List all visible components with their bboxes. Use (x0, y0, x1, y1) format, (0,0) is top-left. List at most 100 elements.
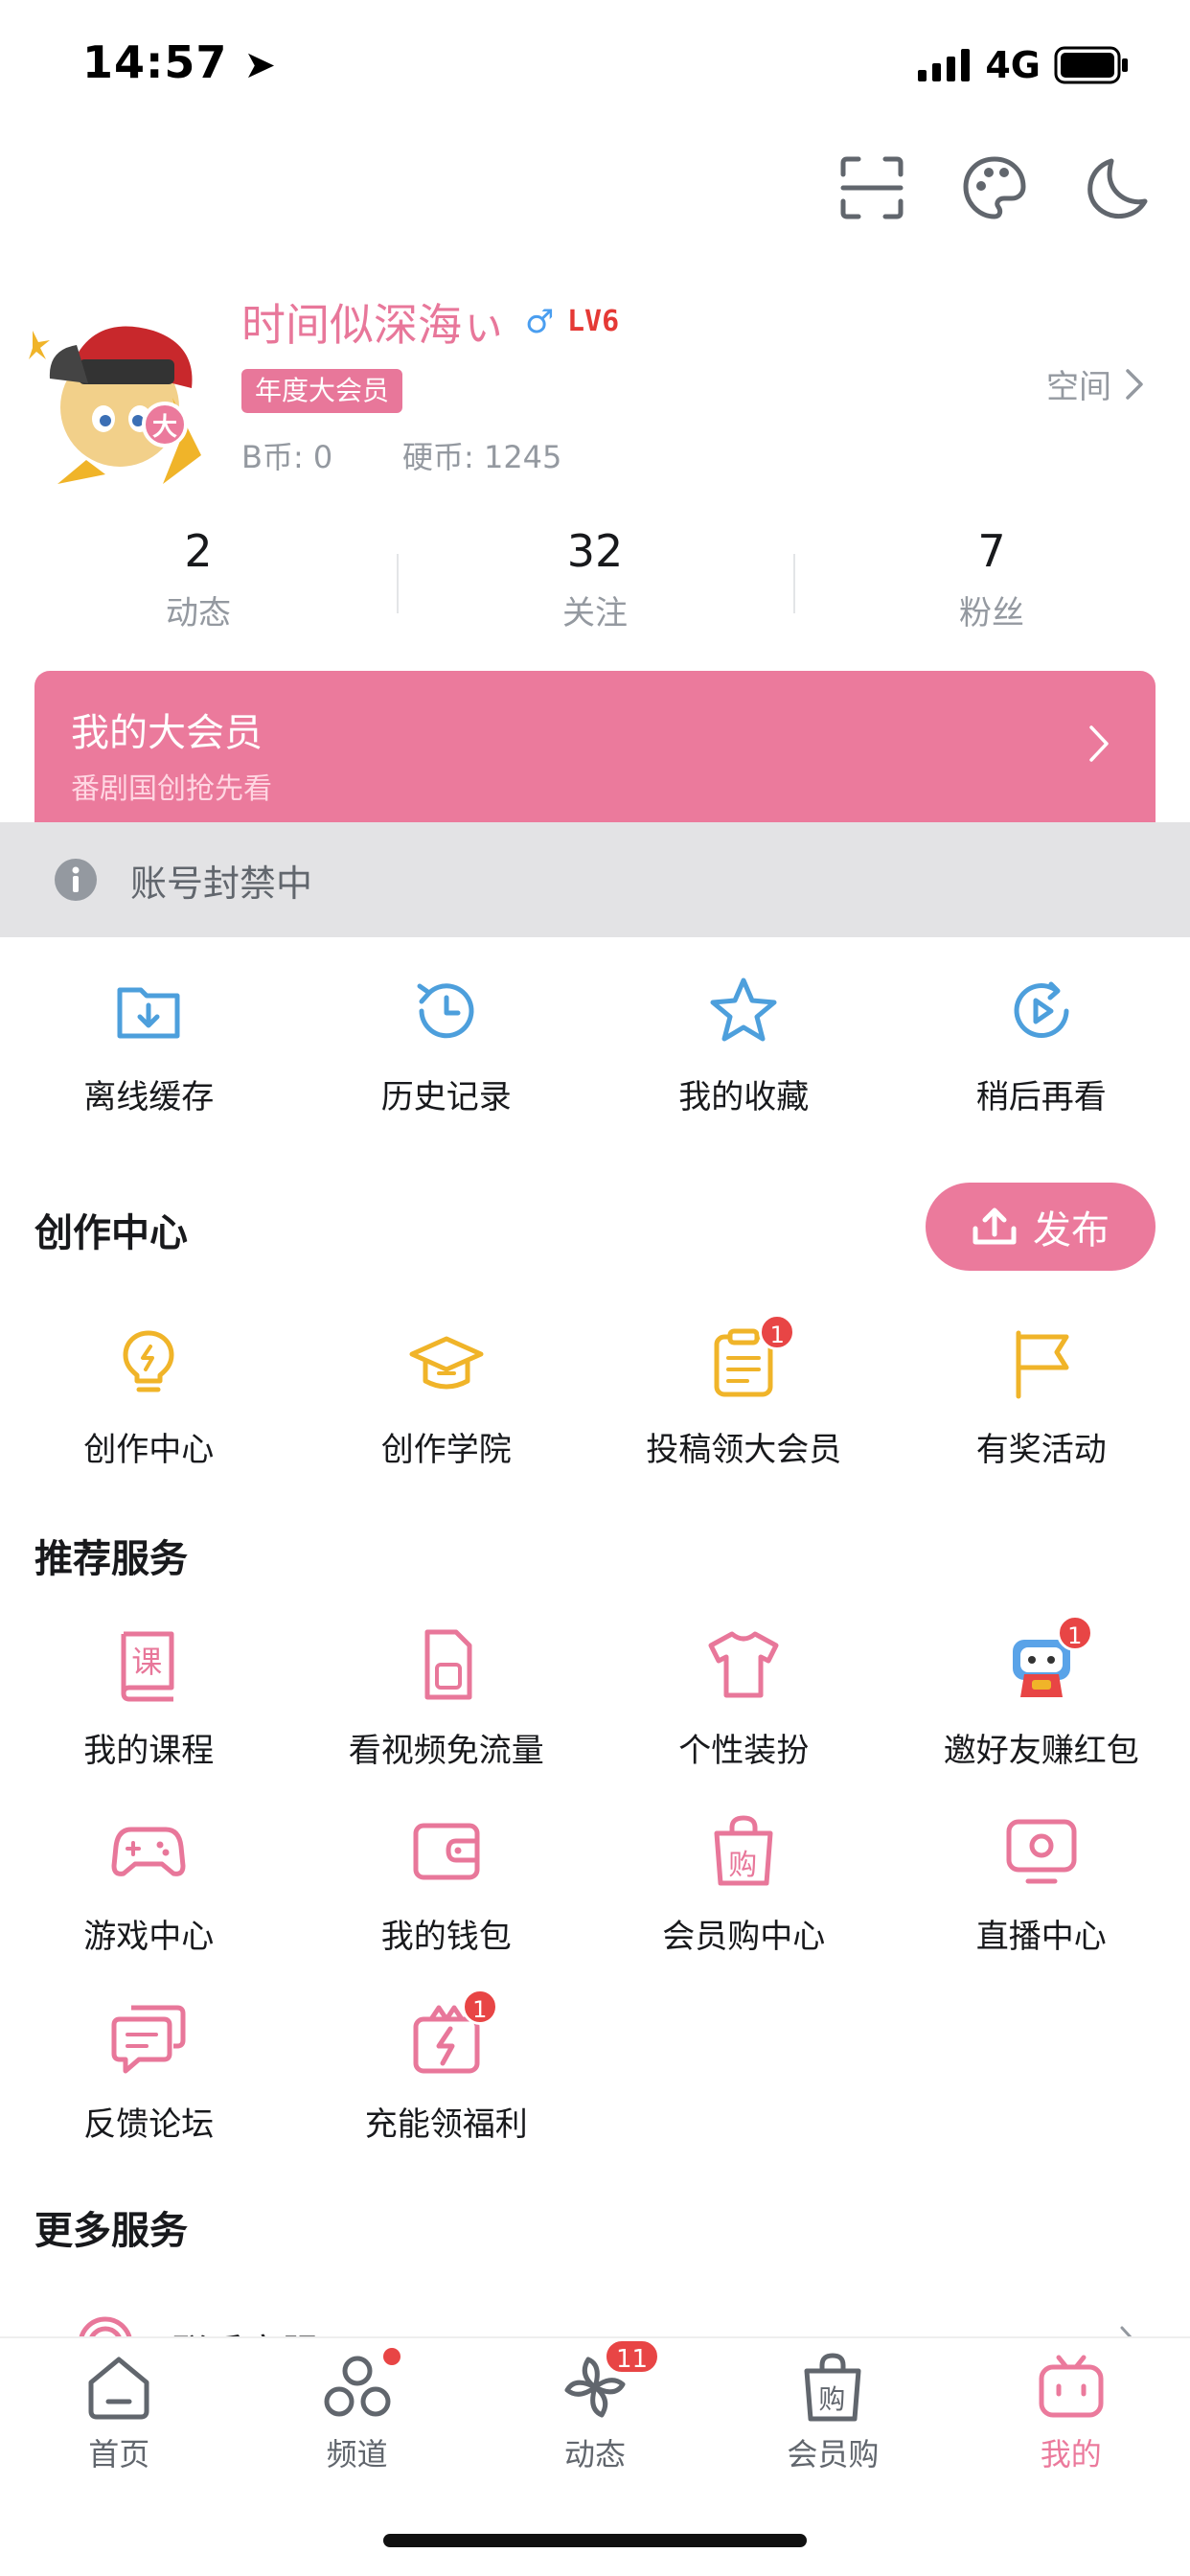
item-label: 投稿领大会员 (646, 1431, 842, 1469)
vip-banner-title: 我的大会员 (71, 711, 263, 755)
vip-shop-item[interactable]: 购 会员购中心 (595, 1812, 893, 1957)
item-label: 历史记录 (380, 1078, 512, 1116)
notification-count: 11 (603, 2338, 661, 2375)
upload-icon (973, 1208, 1017, 1245)
theme-button[interactable] (960, 153, 1029, 222)
avatar[interactable]: 大 (29, 292, 211, 489)
creation-center-item[interactable]: 创作中心 (0, 1325, 298, 1470)
avatar-image (29, 326, 201, 484)
banned-text: 账号封禁中 (130, 862, 313, 905)
charge-welfare-item[interactable]: 1 充能领福利 (298, 1989, 596, 2145)
tab-dynamics[interactable]: 11 动态 (476, 2338, 714, 2474)
recommended-row-1: 课 我的课程 看视频免流量 个性装扮 1 邀好友赚红包 (0, 1615, 1190, 1771)
clipboard-icon-wrap: 1 (705, 1314, 796, 1402)
space-link[interactable]: 空间 (1046, 360, 1144, 407)
item-label: 个性装扮 (678, 1732, 810, 1770)
shop-glyph: 购 (818, 2383, 846, 2415)
watch-later-item[interactable]: 稍后再看 (893, 973, 1190, 1117)
free-data-item[interactable]: 看视频免流量 (298, 1626, 596, 1771)
feedback-forum-item[interactable]: 反馈论坛 (0, 2000, 298, 2145)
tv-mine-icon (1039, 2355, 1104, 2418)
invite-mascot-icon: 1 (1003, 1615, 1093, 1703)
shop-bag-icon: 购 (797, 2352, 868, 2423)
tab-channel[interactable]: 频道 (238, 2348, 475, 2474)
home-indicator[interactable] (383, 2534, 807, 2547)
my-courses-item[interactable]: 课 我的课程 (0, 1626, 298, 1771)
reward-activity-item[interactable]: 有奖活动 (893, 1325, 1190, 1470)
tab-label: 频道 (326, 2436, 388, 2472)
section-title-creation: 创作中心 (34, 1211, 188, 1255)
item-label: 创作学院 (380, 1431, 512, 1469)
history-item[interactable]: 历史记录 (298, 973, 596, 1117)
tab-home[interactable]: 首页 (0, 2352, 238, 2474)
flag-icon (1016, 1330, 1069, 1399)
creation-academy-item[interactable]: 创作学院 (298, 1325, 596, 1470)
chevron-right-icon (1126, 368, 1143, 400)
home-icon (88, 2357, 149, 2420)
vip-banner[interactable]: 我的大会员 番剧国创抢先看 (34, 671, 1156, 822)
live-center-item[interactable]: 直播中心 (893, 1812, 1190, 1957)
chat-bubbles-icon (111, 2005, 186, 2074)
item-label: 会员购中心 (662, 1918, 826, 1956)
contact-support-item[interactable]: 联系客服 (0, 2290, 1190, 2338)
favorites-item[interactable]: 我的收藏 (595, 973, 893, 1117)
dress-up-item[interactable]: 个性装扮 (595, 1626, 893, 1771)
publish-button[interactable]: 发布 (926, 1183, 1156, 1271)
username[interactable]: 时间似深海ぃ (241, 290, 506, 354)
status-time: 14:57 ➤ (82, 36, 277, 88)
status-indicators: 4G (918, 44, 1131, 86)
quick-items-row: 离线缓存 历史记录 我的收藏 稍后再看 (0, 973, 1190, 1117)
tab-vip-shop[interactable]: 购 会员购 (714, 2352, 951, 2474)
item-label: 我的课程 (83, 1732, 215, 1770)
hardcoin-balance[interactable]: 硬币: 1245 (402, 433, 561, 477)
channel-icon (322, 2348, 400, 2423)
network-type: 4G (985, 44, 1041, 86)
headset-icon (79, 2316, 132, 2338)
gift-charge-icon: 1 (408, 1989, 498, 2077)
invite-friends-item[interactable]: 1 邀好友赚红包 (893, 1615, 1190, 1771)
wallet-item[interactable]: 我的钱包 (298, 1812, 596, 1957)
sim-card-icon (424, 1629, 472, 1700)
tab-label: 首页 (88, 2436, 150, 2472)
item-label: 充能领福利 (364, 2105, 528, 2144)
item-label: 直播中心 (975, 1918, 1107, 1956)
divider (793, 554, 795, 613)
vip-badge[interactable]: 年度大会员 (241, 369, 403, 413)
offline-cache-item[interactable]: 离线缓存 (0, 973, 298, 1117)
notification-dot (382, 2348, 400, 2365)
scan-button[interactable] (837, 153, 906, 222)
stat-fans[interactable]: 7 粉丝 (793, 525, 1190, 633)
submit-vip-item[interactable]: 1 投稿领大会员 (595, 1314, 893, 1470)
stat-following[interactable]: 32 关注 (397, 525, 793, 633)
lightbulb-icon (123, 1330, 174, 1392)
stat-value: 32 (566, 525, 624, 577)
recommended-row-3: 反馈论坛 1 充能领福利 (0, 1989, 1190, 2145)
history-clock-icon (417, 983, 474, 1039)
notification-badge: 1 (461, 1989, 498, 2025)
shop-glyph: 购 (728, 1849, 758, 1882)
scan-icon (840, 156, 904, 219)
bcoin-balance[interactable]: B币: 0 (241, 433, 332, 477)
download-folder-icon (117, 987, 180, 1039)
stat-label: 动态 (166, 594, 231, 632)
gender-icon: ♂ (525, 303, 555, 341)
shopping-bag-icon: 购 (705, 1812, 782, 1889)
palette-icon (963, 156, 1026, 219)
item-label: 创作中心 (83, 1431, 215, 1469)
night-mode-button[interactable] (1083, 153, 1152, 222)
watch-later-icon (1014, 981, 1069, 1038)
star-icon (710, 978, 777, 1042)
stat-dynamics[interactable]: 2 动态 (0, 525, 397, 633)
item-label: 有奖活动 (975, 1431, 1107, 1469)
item-label: 游戏中心 (83, 1918, 215, 1956)
space-link-label: 空间 (1046, 368, 1111, 406)
pinwheel-icon: 11 (560, 2338, 661, 2423)
recommended-row-2: 游戏中心 我的钱包 购 会员购中心 直播中心 (0, 1812, 1190, 1957)
tab-label: 会员购 (787, 2436, 880, 2472)
stat-label: 粉丝 (959, 594, 1024, 632)
item-label: 我的收藏 (678, 1078, 810, 1116)
game-center-item[interactable]: 游戏中心 (0, 1812, 298, 1957)
tab-mine[interactable]: 我的 (952, 2352, 1190, 2474)
stats-row: 2 动态 32 关注 7 粉丝 (0, 525, 1190, 633)
section-title-more: 更多服务 (34, 2209, 188, 2253)
